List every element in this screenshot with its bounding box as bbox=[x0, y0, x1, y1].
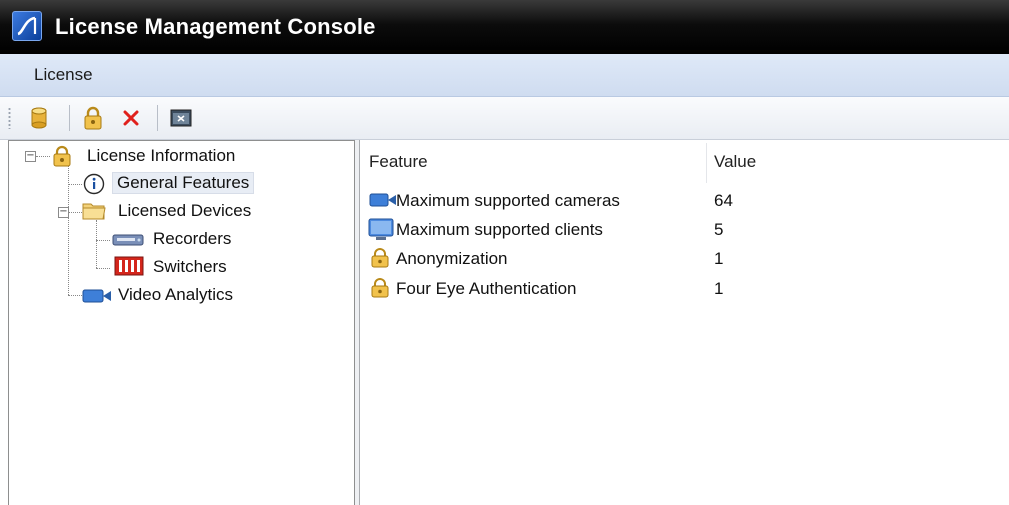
expand-collapse-toggle[interactable]: − bbox=[25, 151, 36, 162]
column-divider[interactable] bbox=[706, 143, 707, 183]
tree-node-general-features[interactable]: General Features bbox=[112, 172, 255, 194]
tree-node-licensed-devices[interactable]: Licensed Devices bbox=[118, 201, 251, 221]
tree-connector bbox=[36, 156, 50, 157]
title-bar: License Management Console bbox=[0, 0, 1009, 54]
toolbar-separator bbox=[157, 105, 158, 131]
lock-icon bbox=[371, 278, 389, 303]
monitor-icon bbox=[368, 218, 394, 247]
lock-icon bbox=[52, 145, 72, 172]
tree-node-recorders[interactable]: Recorders bbox=[153, 229, 231, 249]
tree-connector bbox=[96, 268, 110, 269]
toolbar-grip[interactable] bbox=[8, 107, 11, 129]
expand-collapse-toggle[interactable]: − bbox=[58, 207, 69, 218]
menu-bar: License bbox=[0, 54, 1009, 97]
delete-icon[interactable] bbox=[118, 105, 144, 131]
feature-name[interactable]: Anonymization bbox=[396, 249, 508, 269]
camera-icon bbox=[369, 192, 397, 213]
feature-value: 64 bbox=[714, 191, 733, 210]
feature-value: 5 bbox=[714, 220, 724, 239]
window-icon[interactable] bbox=[168, 105, 194, 131]
tree-node-video-analytics[interactable]: Video Analytics bbox=[118, 285, 233, 305]
feature-value: 1 bbox=[714, 249, 724, 268]
folder-icon bbox=[82, 201, 106, 226]
tree-node-switchers[interactable]: Switchers bbox=[153, 257, 227, 277]
feature-value: 1 bbox=[714, 279, 724, 298]
switcher-icon bbox=[114, 256, 144, 281]
lock-icon bbox=[371, 248, 389, 273]
lock-icon[interactable] bbox=[80, 105, 106, 131]
license-tree-pane[interactable] bbox=[8, 140, 355, 505]
tree-connector bbox=[68, 212, 82, 213]
camera-icon bbox=[82, 288, 112, 309]
toolbar-separator bbox=[69, 105, 70, 131]
feature-name[interactable]: Maximum supported cameras bbox=[396, 191, 620, 211]
recorder-icon bbox=[112, 232, 144, 253]
menu-license[interactable]: License bbox=[34, 65, 93, 85]
column-header-feature[interactable]: Feature bbox=[369, 152, 428, 172]
column-header-value[interactable]: Value bbox=[714, 152, 756, 172]
tree-connector bbox=[68, 166, 69, 295]
tree-connector bbox=[68, 295, 82, 296]
info-icon bbox=[83, 173, 105, 200]
app-logo-icon bbox=[12, 11, 42, 41]
feature-name[interactable]: Four Eye Authentication bbox=[396, 279, 577, 299]
database-icon[interactable] bbox=[26, 105, 52, 131]
window-title: License Management Console bbox=[55, 14, 376, 39]
tree-node-license-information[interactable]: License Information bbox=[87, 146, 235, 166]
tree-connector bbox=[68, 184, 82, 185]
toolbar bbox=[0, 97, 1009, 140]
tree-connector bbox=[96, 240, 110, 241]
tree-connector bbox=[96, 220, 97, 268]
feature-name[interactable]: Maximum supported clients bbox=[396, 220, 603, 240]
